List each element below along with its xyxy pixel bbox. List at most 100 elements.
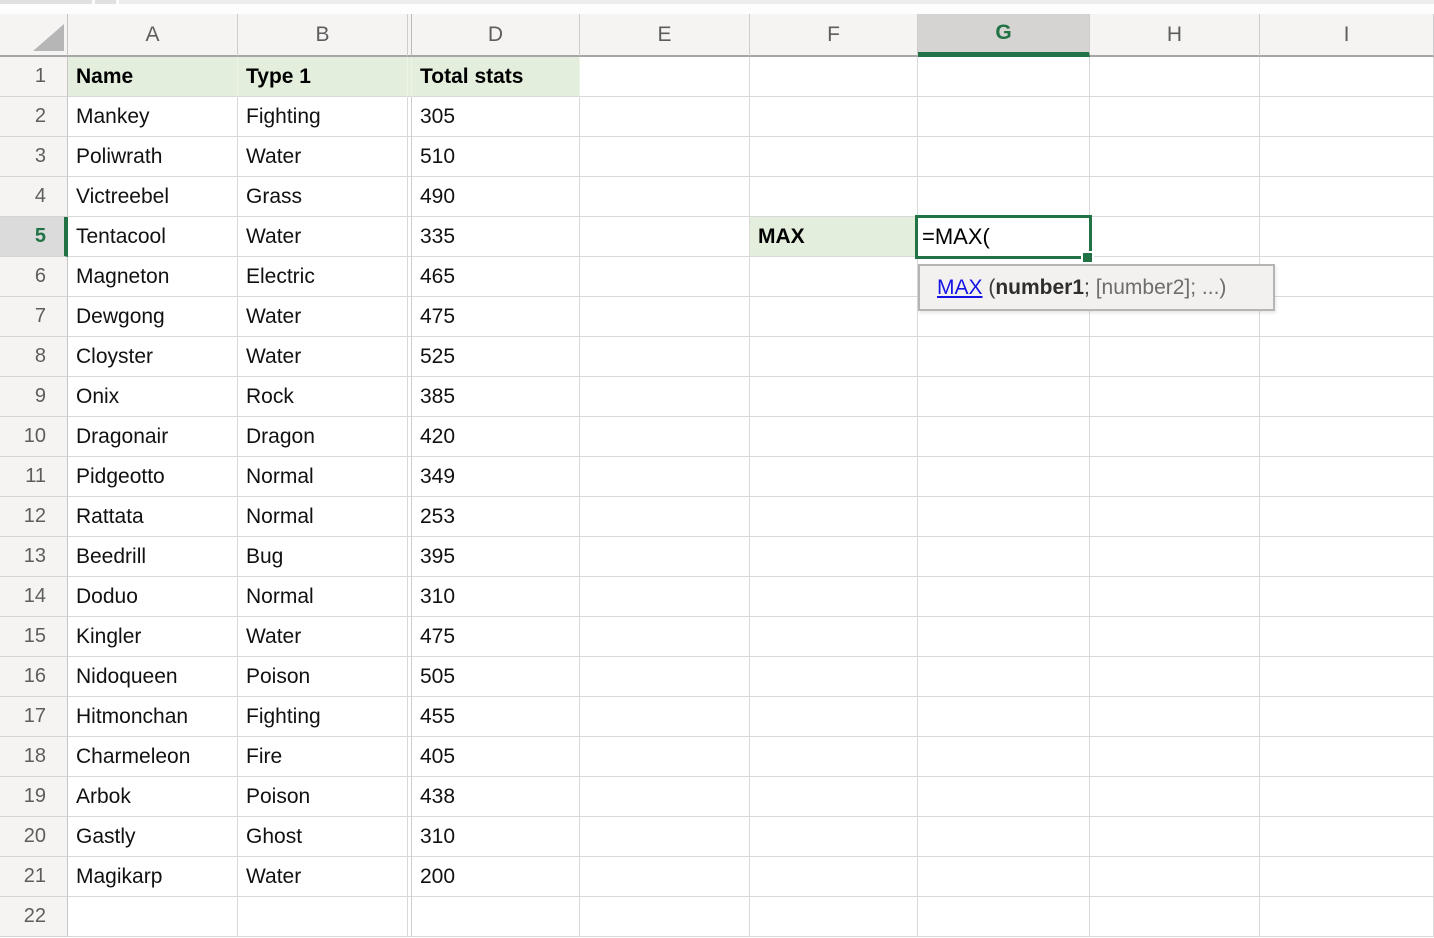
cell-I19[interactable] bbox=[1260, 777, 1434, 817]
row-header-9[interactable]: 9 bbox=[0, 377, 68, 417]
row-header-22[interactable]: 22 bbox=[0, 897, 68, 937]
cell-E18[interactable] bbox=[580, 737, 750, 777]
cell-H21[interactable] bbox=[1090, 857, 1260, 897]
cell-D14[interactable]: 310 bbox=[412, 577, 580, 617]
cell-B19[interactable]: Poison bbox=[238, 777, 408, 817]
cell-G11[interactable] bbox=[918, 457, 1090, 497]
cell-A4[interactable]: Victreebel bbox=[68, 177, 238, 217]
cell-A21[interactable]: Magikarp bbox=[68, 857, 238, 897]
cell-A3[interactable]: Poliwrath bbox=[68, 137, 238, 177]
cell-A8[interactable]: Cloyster bbox=[68, 337, 238, 377]
cell-D11[interactable]: 349 bbox=[412, 457, 580, 497]
cell-B22[interactable] bbox=[238, 897, 408, 937]
cell-H11[interactable] bbox=[1090, 457, 1260, 497]
cell-B8[interactable]: Water bbox=[238, 337, 408, 377]
cell-D17[interactable]: 455 bbox=[412, 697, 580, 737]
cell-I14[interactable] bbox=[1260, 577, 1434, 617]
cell-F21[interactable] bbox=[750, 857, 918, 897]
row-header-7[interactable]: 7 bbox=[0, 297, 68, 337]
column-header-H[interactable]: H bbox=[1090, 14, 1260, 57]
cell-I16[interactable] bbox=[1260, 657, 1434, 697]
cell-G3[interactable] bbox=[918, 137, 1090, 177]
row-header-4[interactable]: 4 bbox=[0, 177, 68, 217]
cell-G10[interactable] bbox=[918, 417, 1090, 457]
row-header-14[interactable]: 14 bbox=[0, 577, 68, 617]
cell-D6[interactable]: 465 bbox=[412, 257, 580, 297]
cell-D10[interactable]: 420 bbox=[412, 417, 580, 457]
cell-E6[interactable] bbox=[580, 257, 750, 297]
cell-A20[interactable]: Gastly bbox=[68, 817, 238, 857]
cell-I15[interactable] bbox=[1260, 617, 1434, 657]
cell-A16[interactable]: Nidoqueen bbox=[68, 657, 238, 697]
cell-B10[interactable]: Dragon bbox=[238, 417, 408, 457]
cell-E22[interactable] bbox=[580, 897, 750, 937]
cell-B12[interactable]: Normal bbox=[238, 497, 408, 537]
column-header-F[interactable]: F bbox=[750, 14, 918, 57]
cell-B9[interactable]: Rock bbox=[238, 377, 408, 417]
row-header-12[interactable]: 12 bbox=[0, 497, 68, 537]
row-header-18[interactable]: 18 bbox=[0, 737, 68, 777]
row-header-13[interactable]: 13 bbox=[0, 537, 68, 577]
cell-E16[interactable] bbox=[580, 657, 750, 697]
column-header-D[interactable]: D bbox=[412, 14, 580, 57]
cell-A18[interactable]: Charmeleon bbox=[68, 737, 238, 777]
cell-I21[interactable] bbox=[1260, 857, 1434, 897]
cell-A2[interactable]: Mankey bbox=[68, 97, 238, 137]
cell-F13[interactable] bbox=[750, 537, 918, 577]
cell-D4[interactable]: 490 bbox=[412, 177, 580, 217]
cell-F15[interactable] bbox=[750, 617, 918, 657]
cell-E4[interactable] bbox=[580, 177, 750, 217]
cell-I3[interactable] bbox=[1260, 137, 1434, 177]
cell-D12[interactable]: 253 bbox=[412, 497, 580, 537]
cell-A9[interactable]: Onix bbox=[68, 377, 238, 417]
cell-I6[interactable] bbox=[1260, 257, 1434, 297]
cell-H5[interactable] bbox=[1090, 217, 1260, 257]
cell-B4[interactable]: Grass bbox=[238, 177, 408, 217]
cell-G15[interactable] bbox=[918, 617, 1090, 657]
cell-D8[interactable]: 525 bbox=[412, 337, 580, 377]
cell-G13[interactable] bbox=[918, 537, 1090, 577]
cell-H22[interactable] bbox=[1090, 897, 1260, 937]
cell-F18[interactable] bbox=[750, 737, 918, 777]
cell-B6[interactable]: Electric bbox=[238, 257, 408, 297]
cell-B14[interactable]: Normal bbox=[238, 577, 408, 617]
cell-A15[interactable]: Kingler bbox=[68, 617, 238, 657]
cell-A12[interactable]: Rattata bbox=[68, 497, 238, 537]
row-header-5[interactable]: 5 bbox=[0, 217, 68, 257]
cell-A5[interactable]: Tentacool bbox=[68, 217, 238, 257]
cell-D5[interactable]: 335 bbox=[412, 217, 580, 257]
row-header-19[interactable]: 19 bbox=[0, 777, 68, 817]
cell-I5[interactable] bbox=[1260, 217, 1434, 257]
cell-G18[interactable] bbox=[918, 737, 1090, 777]
cell-A13[interactable]: Beedrill bbox=[68, 537, 238, 577]
cell-A6[interactable]: Magneton bbox=[68, 257, 238, 297]
cell-B20[interactable]: Ghost bbox=[238, 817, 408, 857]
cell-E12[interactable] bbox=[580, 497, 750, 537]
cell-I12[interactable] bbox=[1260, 497, 1434, 537]
cell-G9[interactable] bbox=[918, 377, 1090, 417]
cell-F16[interactable] bbox=[750, 657, 918, 697]
cell-E5[interactable] bbox=[580, 217, 750, 257]
cell-D19[interactable]: 438 bbox=[412, 777, 580, 817]
cell-H18[interactable] bbox=[1090, 737, 1260, 777]
cell-F9[interactable] bbox=[750, 377, 918, 417]
cell-F14[interactable] bbox=[750, 577, 918, 617]
cell-D3[interactable]: 510 bbox=[412, 137, 580, 177]
cell-D22[interactable] bbox=[412, 897, 580, 937]
cell-G16[interactable] bbox=[918, 657, 1090, 697]
cell-H3[interactable] bbox=[1090, 137, 1260, 177]
cell-D2[interactable]: 305 bbox=[412, 97, 580, 137]
row-header-17[interactable]: 17 bbox=[0, 697, 68, 737]
column-header-I[interactable]: I bbox=[1260, 14, 1434, 57]
cell-F2[interactable] bbox=[750, 97, 918, 137]
row-header-8[interactable]: 8 bbox=[0, 337, 68, 377]
cell-I20[interactable] bbox=[1260, 817, 1434, 857]
cell-F20[interactable] bbox=[750, 817, 918, 857]
cell-D15[interactable]: 475 bbox=[412, 617, 580, 657]
cell-E15[interactable] bbox=[580, 617, 750, 657]
cell-I1[interactable] bbox=[1260, 57, 1434, 97]
cell-A17[interactable]: Hitmonchan bbox=[68, 697, 238, 737]
cell-A22[interactable] bbox=[68, 897, 238, 937]
cell-H10[interactable] bbox=[1090, 417, 1260, 457]
row-header-20[interactable]: 20 bbox=[0, 817, 68, 857]
